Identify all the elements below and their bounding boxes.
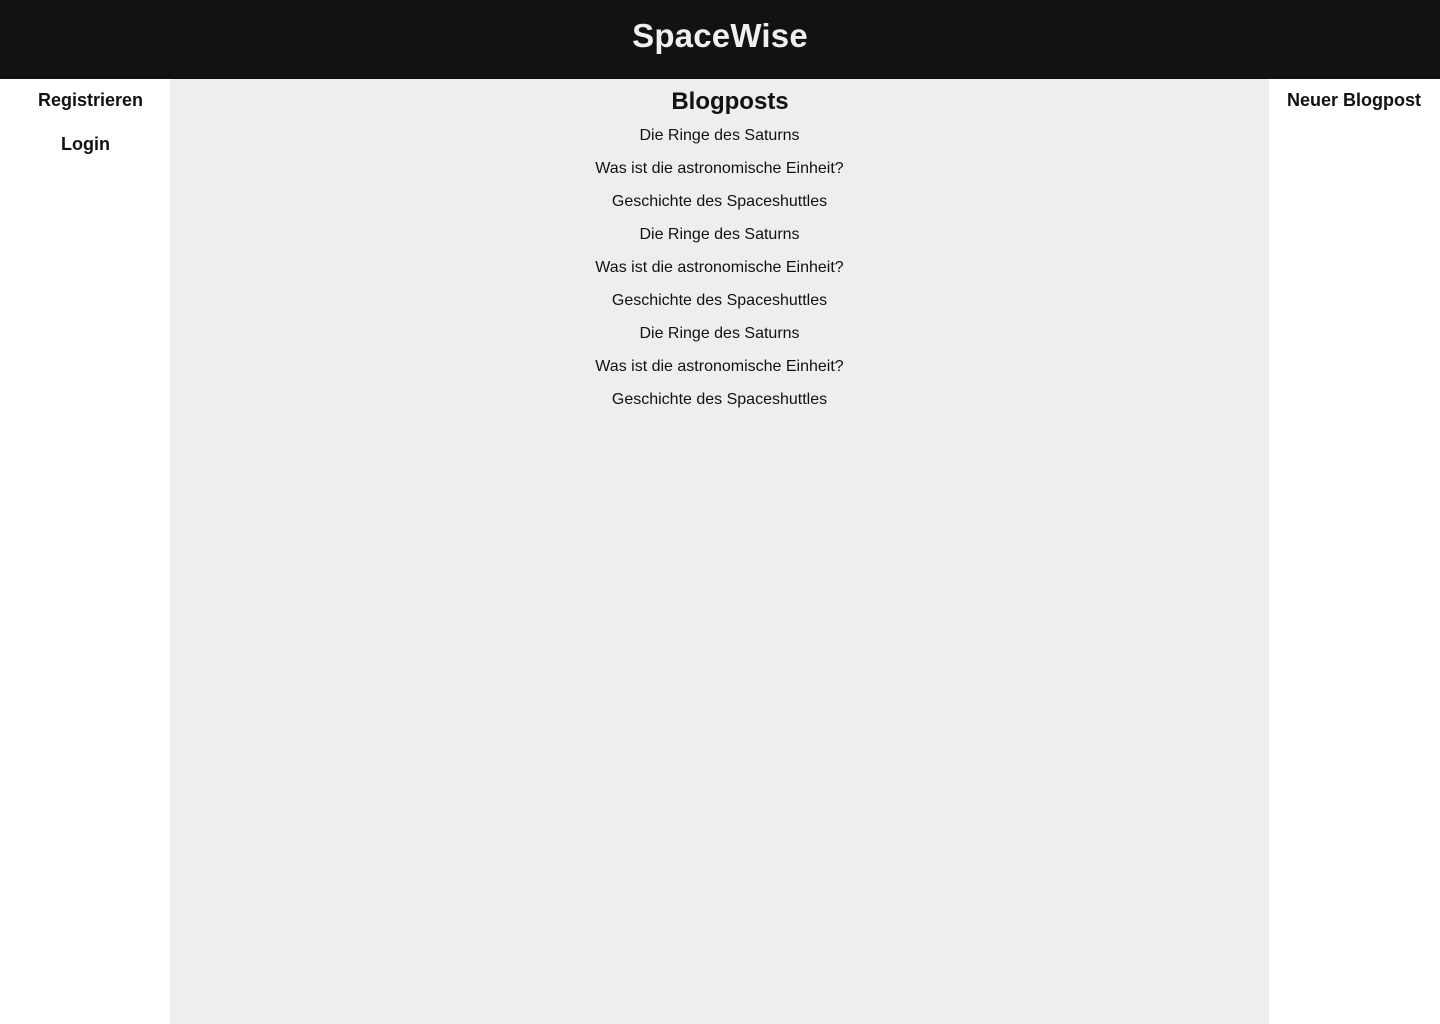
blogposts-heading: Blogposts: [671, 88, 789, 115]
blogpost-link[interactable]: Geschichte des Spaceshuttles: [170, 390, 1269, 423]
blogpost-link[interactable]: Die Ringe des Saturns: [170, 324, 1269, 357]
blogposts-panel: Blogposts Die Ringe des Saturns Was ist …: [170, 79, 1269, 1024]
blogpost-link[interactable]: Was ist die astronomische Einheit?: [170, 258, 1269, 291]
app-title: SpaceWise: [632, 16, 808, 54]
blogpost-link[interactable]: Geschichte des Spaceshuttles: [170, 192, 1269, 225]
left-sidebar: Registrieren Login: [0, 79, 170, 1024]
blogpost-link[interactable]: Die Ringe des Saturns: [170, 225, 1269, 258]
new-blogpost-link[interactable]: Neuer Blogpost: [1287, 90, 1421, 111]
blogpost-link[interactable]: Was ist die astronomische Einheit?: [170, 159, 1269, 192]
blogpost-link[interactable]: Geschichte des Spaceshuttles: [170, 291, 1269, 324]
blogpost-link[interactable]: Die Ringe des Saturns: [170, 126, 1269, 159]
register-link[interactable]: Registrieren: [38, 90, 143, 111]
right-sidebar: Neuer Blogpost: [1269, 79, 1440, 1024]
login-link[interactable]: Login: [61, 134, 110, 155]
blogpost-list: Die Ringe des Saturns Was ist die astron…: [170, 126, 1269, 423]
app-header: SpaceWise: [0, 0, 1440, 79]
blogpost-link[interactable]: Was ist die astronomische Einheit?: [170, 357, 1269, 390]
